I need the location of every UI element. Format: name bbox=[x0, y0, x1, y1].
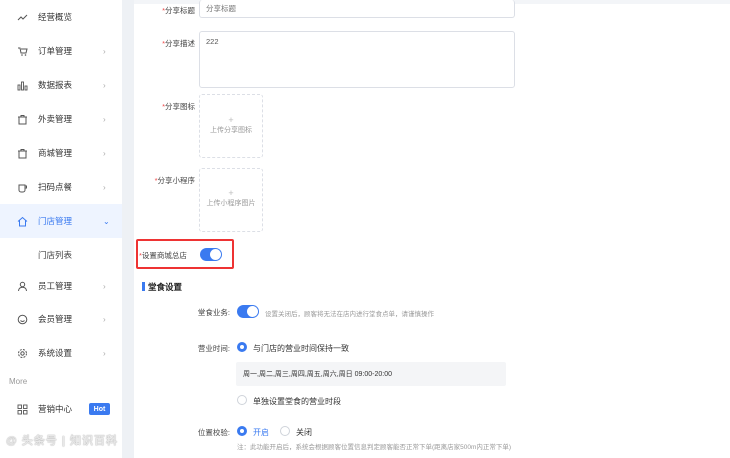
chevron-right-icon: › bbox=[103, 114, 106, 124]
share-icon-label: *分享图标 bbox=[162, 102, 195, 111]
more-section-label: More bbox=[9, 377, 28, 386]
location-on-text: 开启 bbox=[253, 428, 269, 437]
share-desc-value: 222 bbox=[206, 37, 219, 46]
upload-share-icon-text: 上传分享图标 bbox=[210, 127, 252, 134]
sidebar-item-marketing[interactable]: 营销中心 Hot bbox=[0, 392, 122, 426]
business-hours-label: 营业时间: bbox=[197, 344, 230, 353]
sidebar-item-overview[interactable]: 经营概览 bbox=[0, 0, 122, 34]
sidebar-item-label: 经营概览 bbox=[38, 12, 73, 22]
sidebar-item-members[interactable]: 会员管理 › bbox=[0, 302, 122, 336]
home-icon bbox=[17, 216, 28, 227]
chevron-right-icon: › bbox=[103, 148, 106, 158]
sidebar-item-orders[interactable]: 订单管理 › bbox=[0, 34, 122, 68]
location-on-radio[interactable] bbox=[237, 426, 247, 436]
dine-in-business-label: 堂食业务: bbox=[197, 308, 230, 317]
sidebar-item-label: 数据报表 bbox=[38, 80, 73, 90]
sidebar-item-label: 扫码点餐 bbox=[38, 182, 73, 192]
share-mini-label: *分享小程序 bbox=[154, 176, 195, 185]
share-desc-label: *分享描述 bbox=[162, 39, 195, 48]
takeout-icon bbox=[17, 114, 28, 125]
cup-icon bbox=[17, 182, 28, 193]
hours-same-radio[interactable] bbox=[237, 342, 247, 352]
dine-in-business-hint: 设置关闭后，顾客将无法在店内进行堂食点单，请谨慎操作 bbox=[265, 311, 434, 318]
location-check-label: 位置校验: bbox=[197, 428, 230, 437]
sidebar-item-staff[interactable]: 员工管理 › bbox=[0, 269, 122, 303]
cart-icon bbox=[17, 46, 28, 57]
watermark: @ 头条号 | 知识百科 bbox=[6, 435, 118, 447]
sidebar-item-label: 外卖管理 bbox=[38, 114, 73, 124]
sidebar-item-label: 会员管理 bbox=[38, 314, 73, 324]
hours-same-text: 与门店的营业时间保持一致 bbox=[253, 344, 349, 353]
sidebar-item-label: 系统设置 bbox=[38, 348, 73, 358]
sidebar-subitem-store-list[interactable]: 门店列表 bbox=[38, 249, 72, 261]
app-window: 经营概览 订单管理 › 数据报表 › 外卖管理 › 商城管理 › 扫码点餐 › … bbox=[0, 0, 730, 458]
store-hours-schedule: 周一,周二,周三,周四,周五,周六,周日 09:00-20:00 bbox=[236, 362, 506, 386]
sidebar: 经营概览 订单管理 › 数据报表 › 外卖管理 › 商城管理 › 扫码点餐 › … bbox=[0, 0, 122, 458]
sidebar-item-label: 营销中心 bbox=[38, 404, 73, 414]
sidebar-item-label: 订单管理 bbox=[38, 46, 73, 56]
chevron-right-icon: › bbox=[103, 281, 106, 291]
plus-icon: + bbox=[228, 115, 234, 125]
plus-icon: + bbox=[228, 188, 234, 198]
sidebar-item-mall[interactable]: 商城管理 › bbox=[0, 136, 122, 170]
sidebar-divider bbox=[122, 0, 134, 458]
hot-badge: Hot bbox=[89, 403, 110, 415]
gear-icon bbox=[17, 348, 28, 359]
hours-separate-radio[interactable] bbox=[237, 395, 247, 405]
dine-in-section-title: 堂食设置 bbox=[148, 282, 183, 292]
trend-icon bbox=[17, 12, 28, 23]
share-title-input[interactable] bbox=[199, 0, 515, 18]
sidebar-item-takeout[interactable]: 外卖管理 › bbox=[0, 102, 122, 136]
sidebar-item-label: 商城管理 bbox=[38, 148, 73, 158]
sidebar-item-reports[interactable]: 数据报表 › bbox=[0, 68, 122, 102]
smile-icon bbox=[17, 314, 28, 325]
location-off-text: 关闭 bbox=[296, 428, 312, 437]
shop-icon bbox=[17, 148, 28, 159]
hours-separate-text: 单独设置堂食的营业时段 bbox=[253, 397, 341, 406]
chevron-right-icon: › bbox=[103, 80, 106, 90]
mall-hq-label: *设置商城总店 bbox=[139, 251, 187, 260]
location-note: 注：此功能开启后，系统会根据顾客位置信息判定顾客能否正常下单(距离店家500m内… bbox=[237, 444, 512, 451]
upload-mini-program-image[interactable]: + 上传小程序图片 bbox=[199, 168, 263, 232]
sidebar-item-label: 门店管理 bbox=[38, 216, 73, 226]
upload-mini-text: 上传小程序图片 bbox=[206, 200, 256, 207]
upload-share-icon[interactable]: + 上传分享图标 bbox=[199, 94, 263, 158]
sidebar-item-settings[interactable]: 系统设置 › bbox=[0, 336, 122, 370]
chevron-down-icon: ⌄ bbox=[103, 216, 110, 226]
dine-in-business-switch[interactable] bbox=[237, 305, 259, 318]
chevron-right-icon: › bbox=[103, 348, 106, 358]
sidebar-item-label: 员工管理 bbox=[38, 281, 73, 291]
sidebar-item-stores[interactable]: 门店管理 ⌄ bbox=[0, 204, 122, 238]
location-off-radio[interactable] bbox=[280, 426, 290, 436]
chevron-right-icon: › bbox=[103, 314, 106, 324]
section-accent-bar bbox=[142, 282, 145, 291]
mall-hq-switch[interactable] bbox=[200, 248, 222, 261]
share-title-label: *分享标题 bbox=[162, 6, 195, 15]
bar-chart-icon bbox=[17, 80, 28, 91]
grid-icon bbox=[17, 404, 28, 415]
user-icon bbox=[17, 281, 28, 292]
share-desc-textarea[interactable]: 222 bbox=[199, 31, 515, 88]
chevron-right-icon: › bbox=[103, 46, 106, 56]
chevron-right-icon: › bbox=[103, 182, 106, 192]
sidebar-item-scan-order[interactable]: 扫码点餐 › bbox=[0, 170, 122, 204]
